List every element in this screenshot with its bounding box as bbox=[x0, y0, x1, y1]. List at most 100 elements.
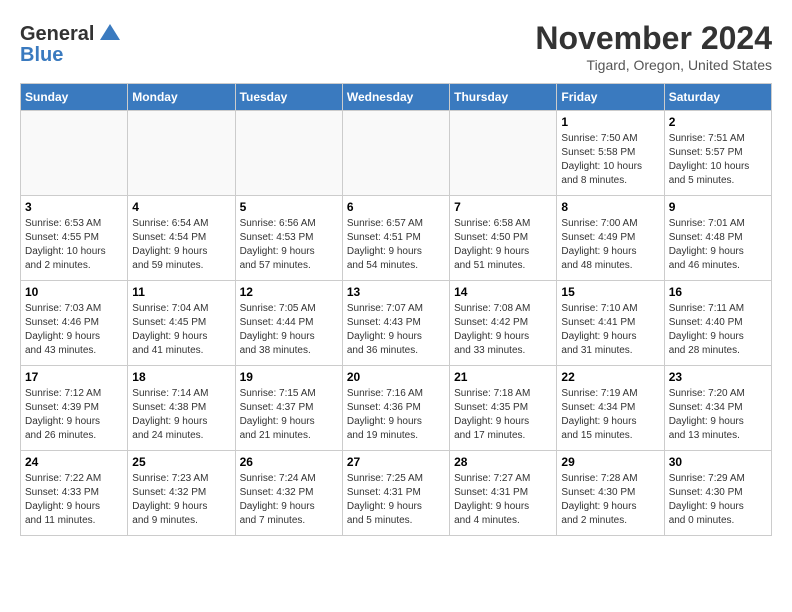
week-row-4: 17 Sunrise: 7:12 AMSunset: 4:39 PMDayligh… bbox=[21, 366, 772, 451]
day-number: 14 bbox=[454, 285, 552, 299]
day-info: Sunrise: 7:08 AMSunset: 4:42 PMDaylight:… bbox=[454, 302, 552, 358]
day-info: Sunrise: 6:54 AMSunset: 4:54 PMDaylight:… bbox=[132, 217, 230, 273]
day-info: Sunrise: 7:18 AMSunset: 4:35 PMDaylight:… bbox=[454, 387, 552, 443]
day-number: 15 bbox=[561, 285, 659, 299]
calendar-cell: 12Sunrise: 7:05 AMSunset: 4:44 PMDayligh… bbox=[235, 281, 342, 366]
calendar-cell: 27 Sunrise: 7:25 AMSunset: 4:31 PMDayligh… bbox=[342, 451, 449, 536]
day-info: Sunrise: 7:12 AMSunset: 4:39 PMDaylight:… bbox=[25, 387, 123, 443]
calendar-cell: 8Sunrise: 7:00 AMSunset: 4:49 PMDaylight… bbox=[557, 196, 664, 281]
day-number: 26 bbox=[240, 455, 338, 469]
day-info: Sunrise: 7:19 AMSunset: 4:34 PMDaylight:… bbox=[561, 387, 659, 443]
day-info: Sunrise: 7:28 AMSunset: 4:30 PMDaylight:… bbox=[561, 472, 659, 528]
weekday-header-thursday: Thursday bbox=[450, 84, 557, 111]
day-number: 11 bbox=[132, 285, 230, 299]
calendar-cell bbox=[21, 111, 128, 196]
day-number: 24 bbox=[25, 455, 123, 469]
calendar-cell: 7 Sunrise: 6:58 AMSunset: 4:50 PMDaylight… bbox=[450, 196, 557, 281]
day-info: Sunrise: 7:23 AMSunset: 4:32 PMDaylight:… bbox=[132, 472, 230, 528]
day-info: Sunrise: 7:04 AMSunset: 4:45 PMDaylight:… bbox=[132, 302, 230, 358]
day-info: Sunrise: 6:57 AMSunset: 4:51 PMDaylight:… bbox=[347, 217, 445, 273]
day-info: Sunrise: 7:51 AMSunset: 5:57 PMDaylight:… bbox=[669, 132, 767, 188]
weekday-header-sunday: Sunday bbox=[21, 84, 128, 111]
day-info: Sunrise: 7:25 AMSunset: 4:31 PMDaylight:… bbox=[347, 472, 445, 528]
calendar-cell: 28 Sunrise: 7:27 AMSunset: 4:31 PMDayligh… bbox=[450, 451, 557, 536]
calendar-cell: 11 Sunrise: 7:04 AMSunset: 4:45 PMDayligh… bbox=[128, 281, 235, 366]
calendar-cell: 4 Sunrise: 6:54 AMSunset: 4:54 PMDaylight… bbox=[128, 196, 235, 281]
logo-text-blue: Blue bbox=[20, 44, 63, 66]
day-number: 23 bbox=[669, 370, 767, 384]
calendar-cell: 26 Sunrise: 7:24 AMSunset: 4:32 PMDayligh… bbox=[235, 451, 342, 536]
logo-icon bbox=[96, 20, 124, 48]
month-title: November 2024 bbox=[535, 20, 772, 57]
calendar-cell: 24 Sunrise: 7:22 AMSunset: 4:33 PMDayligh… bbox=[21, 451, 128, 536]
calendar-cell: 9 Sunrise: 7:01 AMSunset: 4:48 PMDaylight… bbox=[664, 196, 771, 281]
calendar-cell: 10 Sunrise: 7:03 AMSunset: 4:46 PMDayligh… bbox=[21, 281, 128, 366]
calendar-cell: 19Sunrise: 7:15 AMSunset: 4:37 PMDayligh… bbox=[235, 366, 342, 451]
day-info: Sunrise: 7:27 AMSunset: 4:31 PMDaylight:… bbox=[454, 472, 552, 528]
day-number: 18 bbox=[132, 370, 230, 384]
day-number: 16 bbox=[669, 285, 767, 299]
day-number: 4 bbox=[132, 200, 230, 214]
day-info: Sunrise: 6:53 AMSunset: 4:55 PMDaylight:… bbox=[25, 217, 123, 273]
location: Tigard, Oregon, United States bbox=[535, 57, 772, 73]
calendar-cell: 30 Sunrise: 7:29 AMSunset: 4:30 PMDayligh… bbox=[664, 451, 771, 536]
day-number: 21 bbox=[454, 370, 552, 384]
week-row-1: 1 Sunrise: 7:50 AMSunset: 5:58 PMDaylight… bbox=[21, 111, 772, 196]
calendar-cell: 16 Sunrise: 7:11 AMSunset: 4:40 PMDayligh… bbox=[664, 281, 771, 366]
day-number: 13 bbox=[347, 285, 445, 299]
day-number: 9 bbox=[669, 200, 767, 214]
day-info: Sunrise: 7:29 AMSunset: 4:30 PMDaylight:… bbox=[669, 472, 767, 528]
calendar-cell: 1 Sunrise: 7:50 AMSunset: 5:58 PMDaylight… bbox=[557, 111, 664, 196]
day-number: 8 bbox=[561, 200, 659, 214]
calendar-cell: 15Sunrise: 7:10 AMSunset: 4:41 PMDayligh… bbox=[557, 281, 664, 366]
calendar-cell bbox=[128, 111, 235, 196]
day-number: 30 bbox=[669, 455, 767, 469]
weekday-header-tuesday: Tuesday bbox=[235, 84, 342, 111]
calendar-header-row: SundayMondayTuesdayWednesdayThursdayFrid… bbox=[21, 84, 772, 111]
day-number: 22 bbox=[561, 370, 659, 384]
calendar-cell bbox=[450, 111, 557, 196]
calendar-cell: 29 Sunrise: 7:28 AMSunset: 4:30 PMDayligh… bbox=[557, 451, 664, 536]
calendar-cell: 25 Sunrise: 7:23 AMSunset: 4:32 PMDayligh… bbox=[128, 451, 235, 536]
day-info: Sunrise: 7:22 AMSunset: 4:33 PMDaylight:… bbox=[25, 472, 123, 528]
week-row-2: 3Sunrise: 6:53 AMSunset: 4:55 PMDaylight… bbox=[21, 196, 772, 281]
weekday-header-wednesday: Wednesday bbox=[342, 84, 449, 111]
day-number: 10 bbox=[25, 285, 123, 299]
day-number: 17 bbox=[25, 370, 123, 384]
day-info: Sunrise: 7:11 AMSunset: 4:40 PMDaylight:… bbox=[669, 302, 767, 358]
day-number: 1 bbox=[561, 115, 659, 129]
day-number: 7 bbox=[454, 200, 552, 214]
logo-text-general: General bbox=[20, 23, 94, 45]
day-info: Sunrise: 7:01 AMSunset: 4:48 PMDaylight:… bbox=[669, 217, 767, 273]
calendar-cell: 22 Sunrise: 7:19 AMSunset: 4:34 PMDayligh… bbox=[557, 366, 664, 451]
weekday-header-friday: Friday bbox=[557, 84, 664, 111]
weekday-header-monday: Monday bbox=[128, 84, 235, 111]
day-number: 27 bbox=[347, 455, 445, 469]
day-info: Sunrise: 7:24 AMSunset: 4:32 PMDaylight:… bbox=[240, 472, 338, 528]
day-number: 29 bbox=[561, 455, 659, 469]
day-info: Sunrise: 6:58 AMSunset: 4:50 PMDaylight:… bbox=[454, 217, 552, 273]
weekday-header-saturday: Saturday bbox=[664, 84, 771, 111]
calendar-cell: 2 Sunrise: 7:51 AMSunset: 5:57 PMDaylight… bbox=[664, 111, 771, 196]
day-info: Sunrise: 7:07 AMSunset: 4:43 PMDaylight:… bbox=[347, 302, 445, 358]
calendar-cell bbox=[235, 111, 342, 196]
calendar-cell: 3Sunrise: 6:53 AMSunset: 4:55 PMDaylight… bbox=[21, 196, 128, 281]
day-number: 19 bbox=[240, 370, 338, 384]
calendar-cell: 6 Sunrise: 6:57 AMSunset: 4:51 PMDaylight… bbox=[342, 196, 449, 281]
day-number: 6 bbox=[347, 200, 445, 214]
day-info: Sunrise: 7:50 AMSunset: 5:58 PMDaylight:… bbox=[561, 132, 659, 188]
day-number: 2 bbox=[669, 115, 767, 129]
calendar: SundayMondayTuesdayWednesdayThursdayFrid… bbox=[20, 83, 772, 536]
day-number: 5 bbox=[240, 200, 338, 214]
day-number: 28 bbox=[454, 455, 552, 469]
day-number: 20 bbox=[347, 370, 445, 384]
calendar-cell: 5Sunrise: 6:56 AMSunset: 4:53 PMDaylight… bbox=[235, 196, 342, 281]
day-info: Sunrise: 7:14 AMSunset: 4:38 PMDaylight:… bbox=[132, 387, 230, 443]
day-number: 25 bbox=[132, 455, 230, 469]
week-row-5: 24 Sunrise: 7:22 AMSunset: 4:33 PMDayligh… bbox=[21, 451, 772, 536]
day-info: Sunrise: 7:05 AMSunset: 4:44 PMDaylight:… bbox=[240, 302, 338, 358]
calendar-cell: 13 Sunrise: 7:07 AMSunset: 4:43 PMDayligh… bbox=[342, 281, 449, 366]
calendar-cell: 21 Sunrise: 7:18 AMSunset: 4:35 PMDayligh… bbox=[450, 366, 557, 451]
day-info: Sunrise: 7:03 AMSunset: 4:46 PMDaylight:… bbox=[25, 302, 123, 358]
day-info: Sunrise: 7:20 AMSunset: 4:34 PMDaylight:… bbox=[669, 387, 767, 443]
